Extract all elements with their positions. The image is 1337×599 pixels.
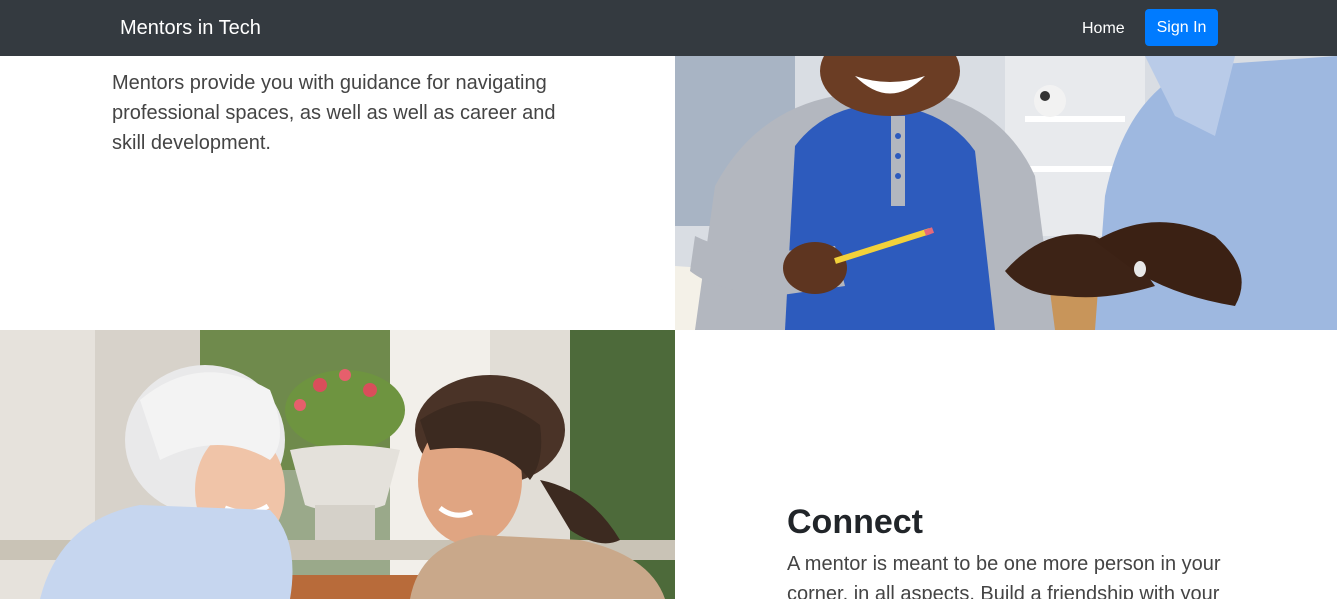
brand-link[interactable]: Mentors in Tech bbox=[120, 16, 261, 40]
mentorship-benefits-section: Mentors provide you with guidance for na… bbox=[0, 56, 675, 330]
student-mentor-illustration bbox=[675, 56, 1337, 330]
women-conversation-illustration bbox=[0, 330, 675, 599]
sign-in-button[interactable]: Sign In bbox=[1145, 9, 1218, 46]
two-women-photo bbox=[0, 330, 675, 599]
student-mentor-photo bbox=[675, 56, 1337, 330]
top-navbar: Mentors in Tech Home Sign In bbox=[0, 0, 1337, 56]
connect-section: Connect A mentor is meant to be one more… bbox=[675, 330, 1337, 599]
nav-home-link[interactable]: Home bbox=[1082, 19, 1125, 39]
connect-heading: Connect bbox=[787, 503, 923, 541]
connect-text: A mentor is meant to be one more person … bbox=[787, 553, 1221, 599]
mentorship-benefits-text: Mentors provide you with guidance for na… bbox=[112, 72, 556, 154]
